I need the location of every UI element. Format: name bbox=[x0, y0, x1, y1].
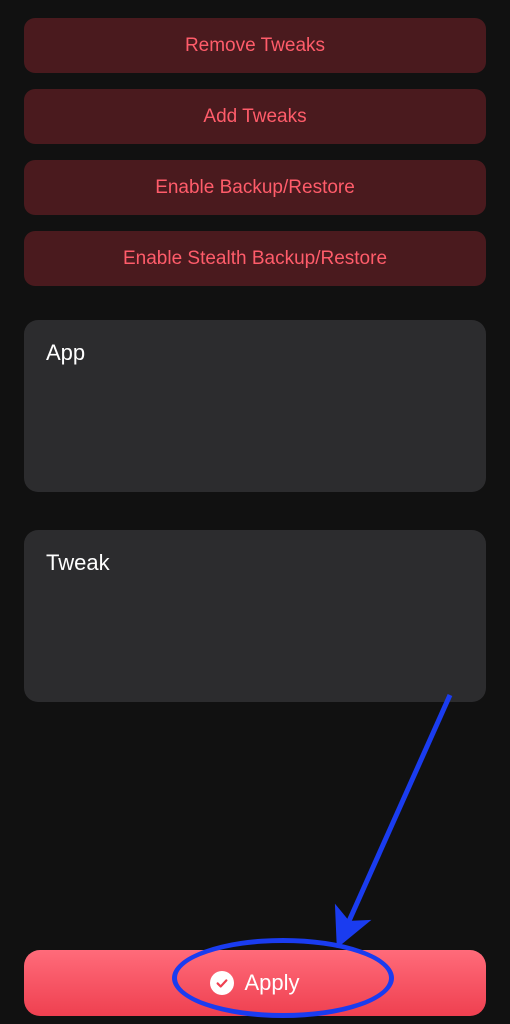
add-tweaks-button[interactable]: Add Tweaks bbox=[24, 89, 486, 144]
apply-label: Apply bbox=[244, 970, 299, 996]
app-card-title: App bbox=[46, 340, 464, 366]
enable-backup-button[interactable]: Enable Backup/Restore bbox=[24, 160, 486, 215]
tweak-card[interactable]: Tweak bbox=[24, 530, 486, 702]
enable-stealth-backup-label: Enable Stealth Backup/Restore bbox=[123, 248, 387, 270]
apply-button[interactable]: Apply bbox=[24, 950, 486, 1016]
tweak-card-title: Tweak bbox=[46, 550, 464, 576]
check-icon bbox=[210, 971, 234, 995]
remove-tweaks-button[interactable]: Remove Tweaks bbox=[24, 18, 486, 73]
remove-tweaks-label: Remove Tweaks bbox=[185, 35, 325, 57]
add-tweaks-label: Add Tweaks bbox=[203, 106, 306, 128]
enable-stealth-backup-button[interactable]: Enable Stealth Backup/Restore bbox=[24, 231, 486, 286]
annotation-arrow bbox=[330, 690, 480, 970]
app-card[interactable]: App bbox=[24, 320, 486, 492]
enable-backup-label: Enable Backup/Restore bbox=[155, 177, 355, 199]
